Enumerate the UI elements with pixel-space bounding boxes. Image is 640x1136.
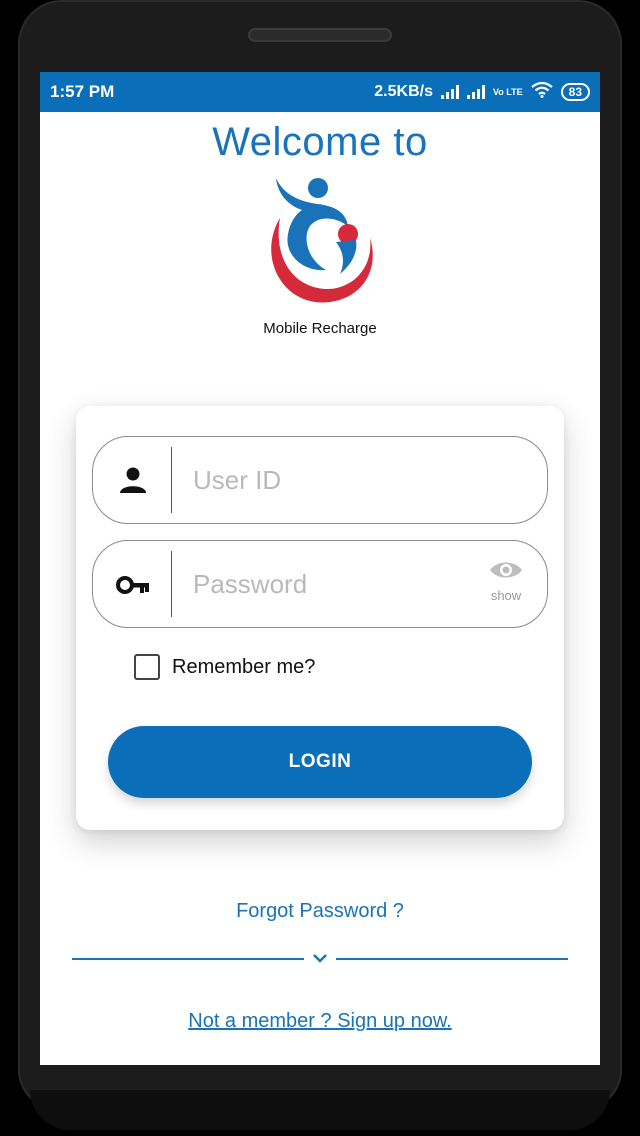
brand-logo	[271, 178, 373, 303]
status-time: 1:57 PM	[50, 82, 115, 101]
remember-me-checkbox[interactable]	[134, 654, 160, 680]
wifi-icon	[530, 81, 553, 103]
earpiece-speaker	[248, 28, 392, 42]
forgot-password-link[interactable]: Forgot Password ?	[40, 900, 600, 923]
person-icon	[120, 467, 146, 493]
phone-frame: 1:57 PM 2.5KB/s Vo LTE 83 Welcome to Mob…	[0, 0, 640, 1136]
password-placeholder: Password	[193, 569, 308, 599]
field-divider	[171, 551, 172, 617]
chevron-down-icon	[313, 954, 327, 963]
show-password-toggle[interactable]: show	[485, 559, 527, 603]
eye-icon	[490, 562, 522, 578]
user-id-placeholder: User ID	[193, 465, 282, 495]
separator-line	[336, 958, 568, 960]
status-bar: 1:57 PM 2.5KB/s Vo LTE 83	[40, 72, 600, 112]
status-icons: 2.5KB/s Vo LTE 83	[374, 81, 590, 103]
remember-me-label[interactable]: Remember me?	[172, 656, 315, 679]
show-password-label: show	[490, 588, 522, 603]
login-card: User ID Password show Remember me? LOGIN	[76, 406, 564, 830]
app-screen: 1:57 PM 2.5KB/s Vo LTE 83 Welcome to Mob…	[40, 72, 600, 1065]
separator-line	[72, 958, 304, 960]
key-icon	[116, 576, 149, 594]
user-id-field[interactable]: User ID	[92, 436, 548, 524]
phone-bottom-bezel	[30, 1090, 610, 1130]
remember-me[interactable]: Remember me?	[134, 654, 315, 680]
brand-name: Mobile Recharge	[263, 320, 377, 337]
login-button[interactable]: LOGIN	[108, 726, 532, 798]
network-speed: 2.5KB/s	[374, 83, 433, 100]
password-field[interactable]: Password show	[92, 540, 548, 628]
field-divider	[171, 447, 172, 513]
signal-icon	[466, 85, 485, 99]
signal-icon	[440, 85, 459, 99]
welcome-heading: Welcome to	[212, 120, 428, 164]
volte-icon: Vo LTE	[492, 87, 523, 97]
signup-link[interactable]: Not a member ? Sign up now.	[40, 1010, 600, 1033]
battery-icon: 83	[560, 83, 590, 101]
